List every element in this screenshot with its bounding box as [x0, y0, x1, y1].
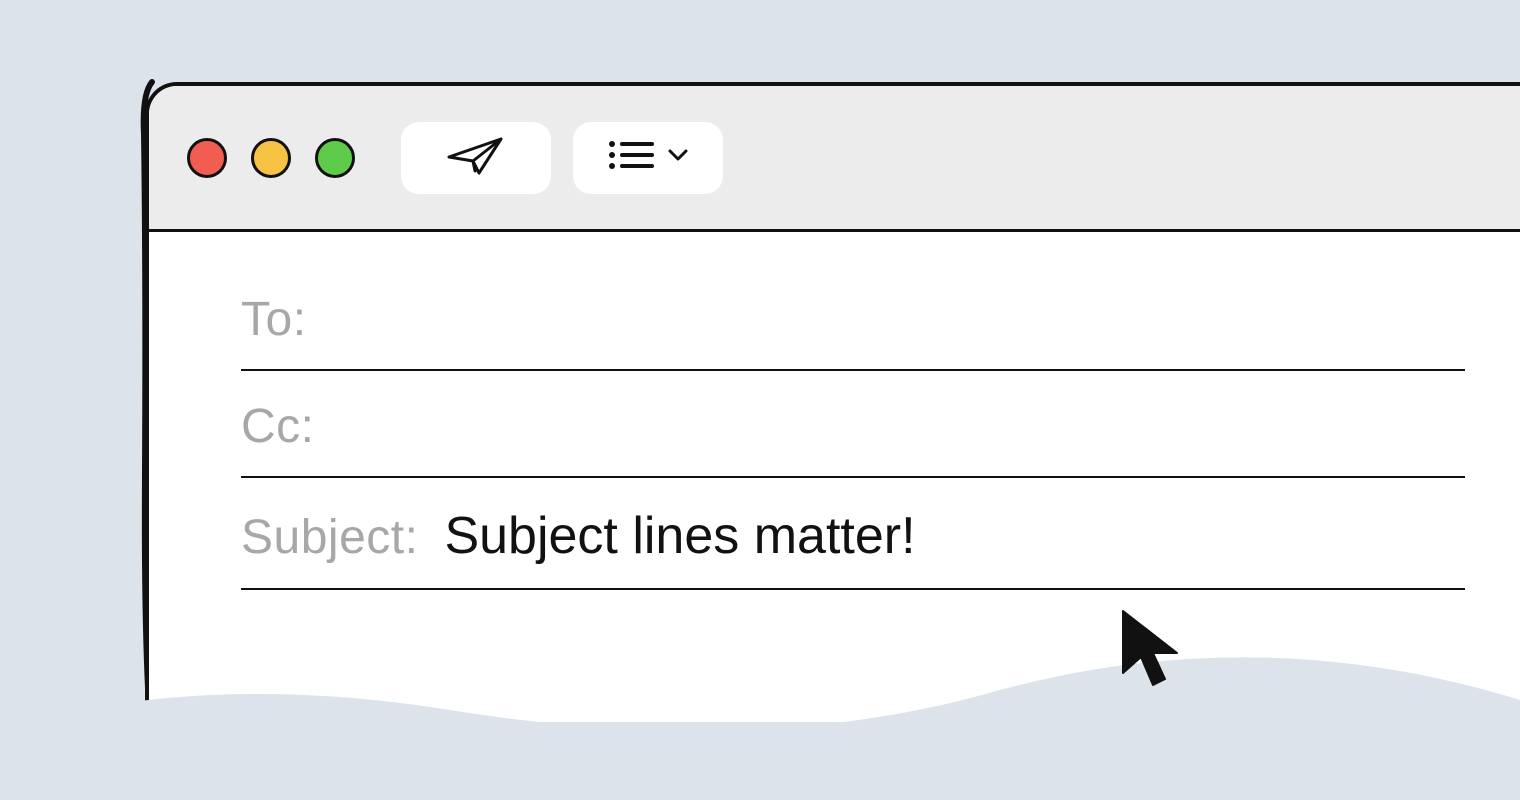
minimize-button[interactable] — [251, 138, 291, 178]
compose-window: To: Cc: Subject: Subject lines matter! — [145, 82, 1520, 722]
traffic-lights — [187, 138, 355, 178]
compose-form: To: Cc: Subject: Subject lines matter! — [149, 232, 1520, 590]
to-label: To: — [241, 292, 307, 347]
close-button[interactable] — [187, 138, 227, 178]
send-button[interactable] — [401, 122, 551, 194]
list-icon — [608, 138, 654, 177]
subject-label: Subject: — [241, 510, 418, 565]
chevron-down-icon — [668, 148, 688, 167]
window-titlebar — [149, 86, 1520, 232]
zoom-button[interactable] — [315, 138, 355, 178]
format-list-button[interactable] — [573, 122, 723, 194]
subject-field[interactable]: Subject: Subject lines matter! — [241, 478, 1465, 590]
subject-value: Subject lines matter! — [444, 506, 915, 566]
paper-plane-icon — [445, 133, 507, 182]
cc-label: Cc: — [241, 399, 315, 454]
to-field[interactable]: To: — [241, 264, 1465, 371]
cc-field[interactable]: Cc: — [241, 371, 1465, 478]
